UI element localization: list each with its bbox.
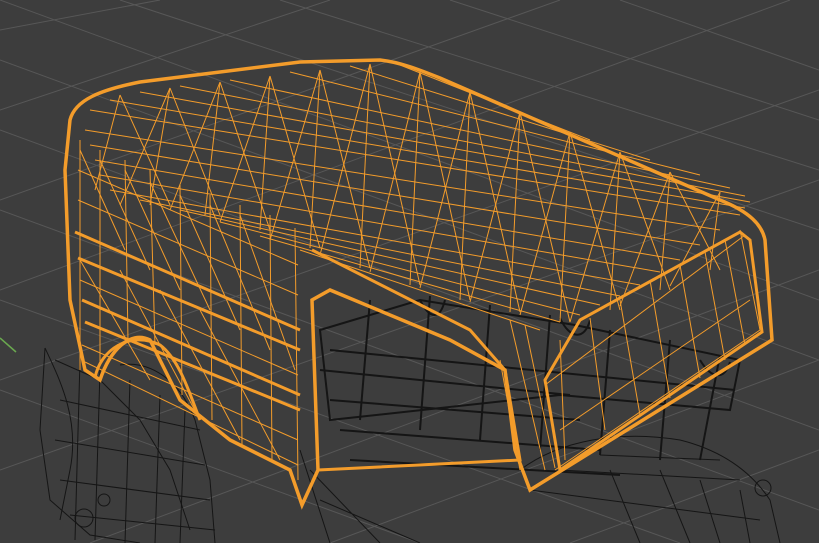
3d-viewport[interactable] [0, 0, 819, 543]
wheel-arch [93, 338, 202, 421]
beltline-band [74, 230, 301, 412]
viewport-canvas[interactable] [0, 0, 819, 543]
y-axis-line [0, 337, 17, 353]
